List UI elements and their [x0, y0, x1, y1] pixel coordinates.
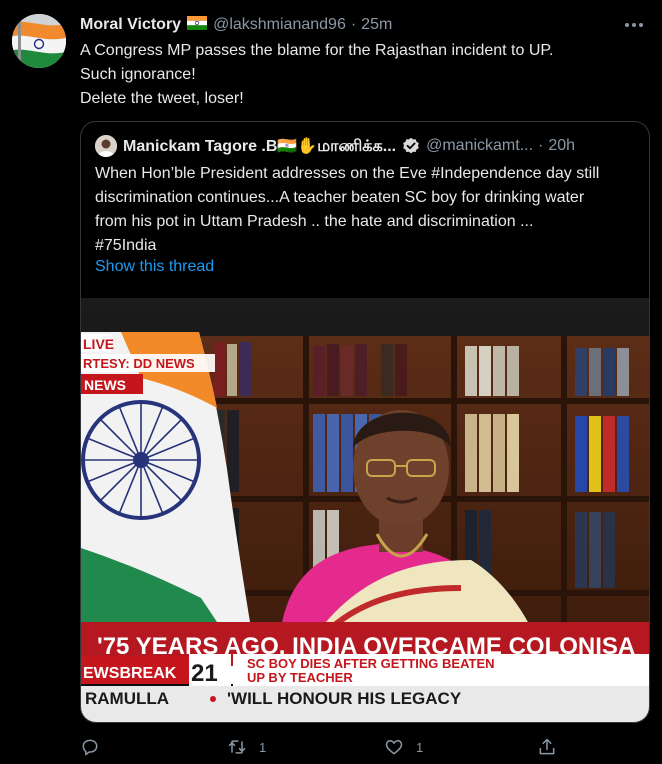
like-button[interactable]: 1 [384, 734, 423, 760]
quoted-tweet-header: Manickam Tagore .B🇮🇳✋மாணிக்க... @manicka… [95, 135, 637, 157]
share-button[interactable] [537, 734, 569, 760]
quoted-tweet[interactable]: Manickam Tagore .B🇮🇳✋மாணிக்க... @manicka… [80, 121, 650, 723]
reply-icon [82, 739, 98, 756]
quoted-author-avatar [95, 135, 117, 157]
tweet-actions: 1 1 [80, 734, 640, 760]
quoted-text-line: from his pot in Uttam Pradesh .. the hat… [95, 213, 534, 230]
tweet[interactable]: Moral Victory @lakshmianand96 · 25m A Co… [0, 0, 662, 764]
ticker-headline-1-text: SC BOY DIES AFTER GETTING BEATEN [247, 656, 495, 671]
quoted-author-handle: @manickamt... [426, 137, 534, 154]
tag-live-text: LIVE [83, 336, 114, 352]
retweet-icon [228, 740, 246, 754]
separator-dot: · [538, 137, 544, 154]
tweet-header: Moral Victory @lakshmianand96 · 25m [80, 14, 642, 36]
tv-broadcast-image: LIVE RTESY: DD NEWS NEWS '75 YEARS AGO, … [81, 298, 649, 722]
ticker-headline-2-text: UP BY TEACHER [247, 670, 353, 685]
india-flag-icon [187, 15, 208, 35]
quoted-text-line: #75India [95, 237, 157, 254]
ticker-number-text: 21 [191, 660, 218, 687]
ticker-label-text: EWSBREAK [83, 665, 177, 682]
ticker-bottom-left-text: RAMULLA [85, 689, 169, 708]
separator-dot: · [350, 16, 357, 33]
tag-courtesy-text: RTESY: DD NEWS [83, 356, 195, 371]
verified-badge-icon [402, 137, 420, 155]
tweet-text: A Congress MP passes the blame for the R… [80, 39, 642, 111]
author-avatar[interactable] [12, 14, 66, 68]
author-handle[interactable]: @lakshmianand96 [213, 16, 346, 34]
quoted-author-name: Manickam Tagore .B🇮🇳✋மாணிக்க... [123, 137, 397, 155]
retweet-count: 1 [259, 739, 267, 755]
author-name[interactable]: Moral Victory [80, 16, 181, 34]
ticker-bottom-right-text: 'WILL HONOUR HIS LEGACY [227, 689, 462, 708]
more-dots-icon [625, 23, 643, 27]
reply-button[interactable] [80, 734, 112, 760]
tweet-timestamp[interactable]: 25m [361, 16, 392, 34]
quoted-text-line: When Hon’ble President addresses on the … [95, 165, 600, 182]
quoted-text-line: discrimination continues...A teacher bea… [95, 189, 585, 206]
show-thread-link[interactable]: Show this thread [95, 258, 214, 276]
tweet-text-line: A Congress MP passes the blame for the R… [80, 42, 554, 59]
tweet-text-line: Delete the tweet, loser! [80, 90, 244, 107]
quoted-timestamp: 20h [548, 137, 576, 154]
share-icon [539, 738, 555, 755]
retweet-button[interactable]: 1 [227, 734, 266, 760]
quoted-tweet-text: When Hon’ble President addresses on the … [95, 162, 637, 258]
more-options-button[interactable] [622, 14, 646, 36]
tweet-text-line: Such ignorance! [80, 66, 196, 83]
heart-icon [385, 740, 403, 755]
avatar-flag-image [12, 14, 66, 68]
like-count: 1 [416, 739, 424, 755]
quoted-media-image[interactable]: LIVE RTESY: DD NEWS NEWS '75 YEARS AGO, … [81, 298, 649, 722]
tag-news-text: NEWS [84, 377, 126, 393]
